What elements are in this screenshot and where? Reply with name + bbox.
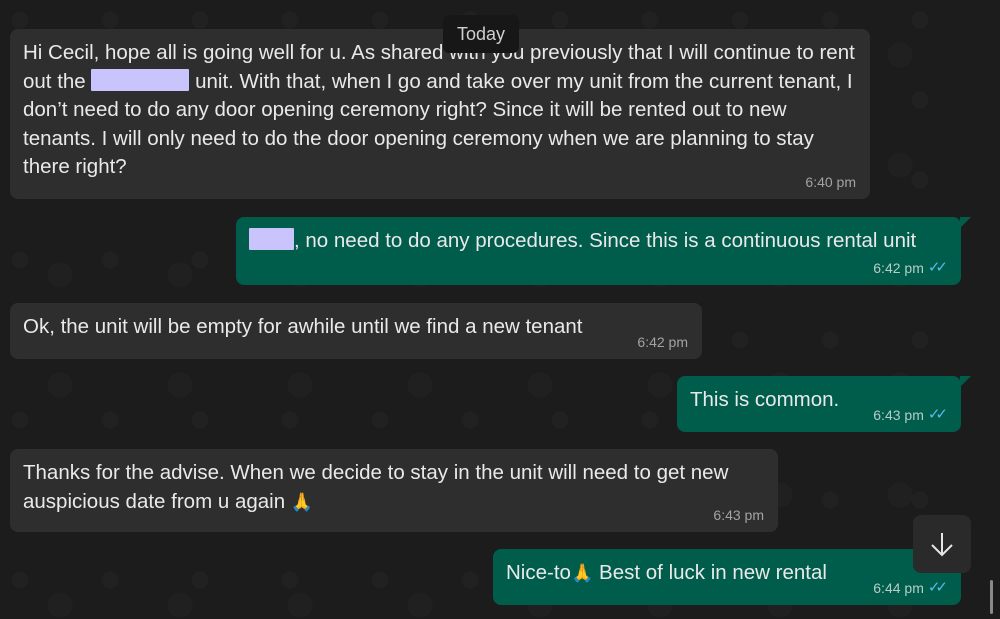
message-time: 6:42 pm <box>637 334 688 350</box>
message-meta: 6:44 pm ✓✓ <box>873 579 948 597</box>
message-time: 6:42 pm <box>873 260 924 276</box>
message-outgoing[interactable]: Nice-to🙏 Best of luck in new rental 6:44… <box>493 549 971 605</box>
message-time: 6:43 pm <box>873 407 924 423</box>
message-incoming[interactable]: Thanks for the advise. When we decide to… <box>10 449 778 532</box>
praying-hands-emoji: 🙏 <box>290 491 314 512</box>
message-text: Ok, the unit will be empty for awhile un… <box>23 315 583 338</box>
scrollbar-thumb[interactable] <box>990 580 993 614</box>
redacted-block <box>249 228 294 250</box>
message-meta: 6:42 pm <box>637 334 688 350</box>
message-time: 6:43 pm <box>713 507 764 523</box>
message-text: Thanks for the advise. When we decide to… <box>23 461 729 513</box>
message-meta: 6:40 pm <box>805 174 856 190</box>
message-meta: 6:42 pm ✓✓ <box>873 259 948 277</box>
date-divider: Today <box>443 15 519 53</box>
message-time: 6:40 pm <box>805 174 856 190</box>
double-check-icon: ✓✓ <box>927 259 948 276</box>
message-outgoing[interactable]: This is common. 6:43 pm ✓✓ <box>677 376 971 432</box>
chat-pane[interactable]: Today Hi Cecil, hope all is going well f… <box>0 0 1000 619</box>
message-text: , no need to do any procedures. Since th… <box>294 229 917 252</box>
message-meta: 6:43 pm <box>713 507 764 523</box>
message-meta: 6:43 pm ✓✓ <box>873 406 948 424</box>
message-incoming[interactable]: Ok, the unit will be empty for awhile un… <box>10 303 702 359</box>
message-incoming[interactable]: Hi Cecil, hope all is going well for u. … <box>10 29 870 199</box>
double-check-icon: ✓✓ <box>927 579 948 596</box>
praying-hands-emoji: 🙏 <box>570 563 594 583</box>
message-outgoing[interactable]: , no need to do any procedures. Since th… <box>236 217 971 285</box>
scroll-to-bottom-button[interactable] <box>913 515 971 573</box>
message-text: This is common. <box>690 388 840 411</box>
message-text: Nice-to <box>506 561 571 584</box>
arrow-down-icon <box>931 533 953 557</box>
message-time: 6:44 pm <box>873 580 924 596</box>
message-text-continued: Best of luck in new rental <box>593 561 827 584</box>
redacted-block <box>91 68 190 91</box>
double-check-icon: ✓✓ <box>927 406 948 423</box>
